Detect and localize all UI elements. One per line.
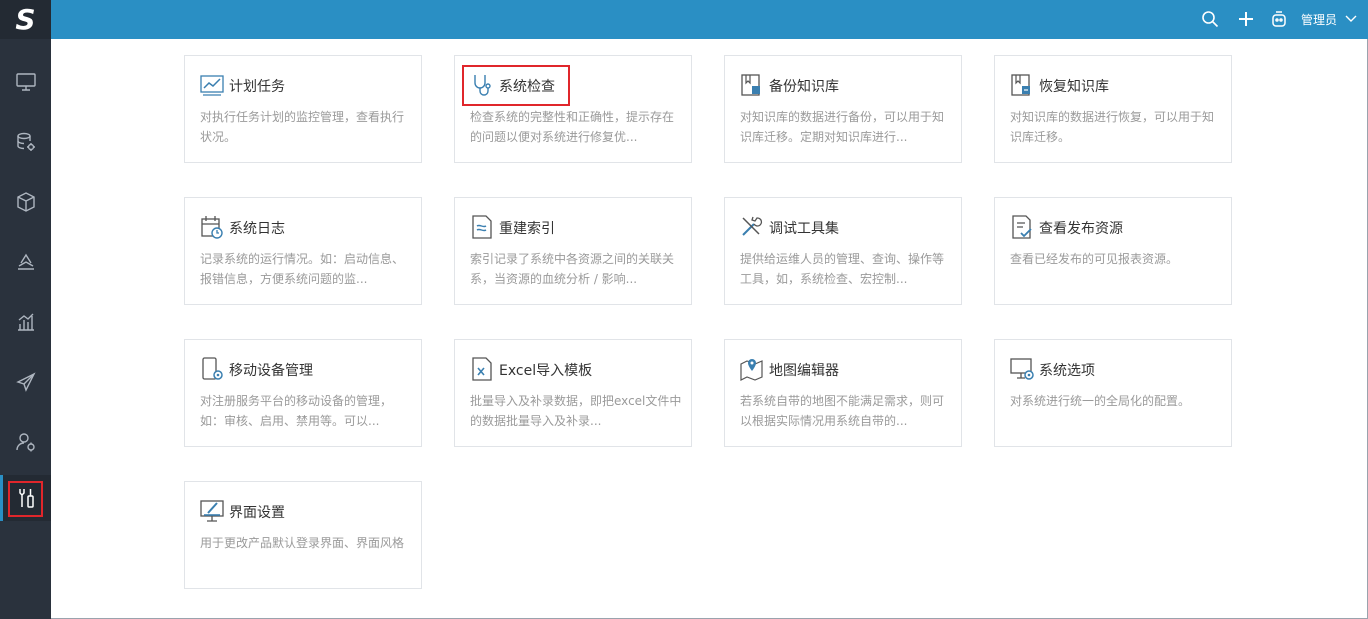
card-description: 查看已经发布的可见报表资源。	[1010, 252, 1179, 266]
mobile-gear-icon	[199, 356, 225, 382]
excel-import-icon	[469, 356, 495, 382]
card-description: 批量导入及补录数据，即把excel文件中的数据批量导入及补录...	[470, 394, 682, 428]
highlight-box-system-check	[462, 65, 570, 106]
card-description: 提供给运维人员的管理、查询、操作等工具，如，系统检查、宏控制...	[740, 252, 945, 286]
card-description: 对知识库的数据进行备份，可以用于知识库迁移。定期对知识库进行...	[740, 110, 945, 144]
card-title[interactable]: 地图编辑器	[769, 360, 839, 380]
chevron-down-icon[interactable]	[1344, 12, 1358, 26]
sidebar-item-database[interactable]	[0, 119, 51, 165]
tool-card[interactable]: 调试工具集提供给运维人员的管理、查询、操作等工具，如，系统检查、宏控制...	[724, 197, 962, 305]
plus-icon	[1239, 12, 1253, 26]
card-title[interactable]: 重建索引	[499, 218, 555, 238]
card-title[interactable]: 计划任务	[229, 76, 285, 96]
sidebar-item-monitor[interactable]	[0, 59, 51, 105]
send-plane-icon	[15, 372, 36, 392]
search-button[interactable]	[1200, 9, 1220, 29]
wrench-screwdriver-icon	[739, 214, 765, 240]
card-title[interactable]: 界面设置	[229, 502, 285, 522]
card-description: 索引记录了系统中各资源之间的关联关系，当资源的血统分析 / 影响...	[470, 252, 675, 286]
robot-icon	[1272, 11, 1286, 27]
card-title[interactable]: Excel导入模板	[499, 360, 592, 380]
index-document-icon	[469, 214, 495, 240]
map-pin-icon	[739, 356, 765, 382]
tool-card[interactable]: 系统日志记录系统的运行情况。如：启动信息、报错信息，方便系统问题的监...	[184, 197, 422, 305]
user-settings-icon	[15, 433, 35, 452]
card-description: 对注册服务平台的移动设备的管理，如：审核、启用、禁用等。可以...	[200, 394, 393, 428]
cube-icon	[16, 192, 35, 212]
card-description: 对系统进行统一的全局化的配置。	[1010, 394, 1191, 408]
card-title[interactable]: 系统日志	[229, 218, 285, 238]
card-title[interactable]: 系统选项	[1039, 360, 1095, 380]
logo-text: S	[15, 2, 36, 36]
add-button[interactable]	[1236, 9, 1256, 29]
bar-chart-icon	[17, 313, 34, 331]
monitor-gear-icon	[1009, 356, 1035, 382]
monitor-icon	[15, 73, 36, 91]
card-title[interactable]: 移动设备管理	[229, 360, 313, 380]
tool-card[interactable]: 地图编辑器若系统自带的地图不能满足需求，则可以根据实际情况用系统自带的...	[724, 339, 962, 447]
tool-card[interactable]: 备份知识库对知识库的数据进行备份，可以用于知识库迁移。定期对知识库进行...	[724, 55, 962, 163]
sidebar-item-send[interactable]	[0, 359, 51, 405]
card-title[interactable]: 查看发布资源	[1039, 218, 1123, 238]
sidebar-item-user-settings[interactable]	[0, 419, 51, 465]
top-bar: 管理员	[51, 0, 1368, 39]
sidebar-item-layers[interactable]	[0, 239, 51, 285]
highlight-box-sidebar-tools	[8, 481, 43, 517]
tool-card[interactable]: 查看发布资源查看已经发布的可见报表资源。	[994, 197, 1232, 305]
card-description: 用于更改产品默认登录界面、界面风格	[200, 536, 405, 550]
card-description: 记录系统的运行情况。如：启动信息、报错信息，方便系统问题的监...	[200, 252, 405, 286]
user-name[interactable]: 管理员	[1301, 11, 1337, 28]
database-gear-icon	[16, 132, 35, 151]
sidebar: S	[0, 0, 51, 619]
trend-chart-icon	[199, 72, 225, 98]
tool-card[interactable]: 重建索引索引记录了系统中各资源之间的关联关系，当资源的血统分析 / 影响...	[454, 197, 692, 305]
document-check-icon	[1009, 214, 1035, 240]
tool-card[interactable]: 界面设置用于更改产品默认登录界面、界面风格	[184, 481, 422, 589]
card-title[interactable]: 恢复知识库	[1039, 76, 1109, 96]
sidebar-item-cube[interactable]	[0, 179, 51, 225]
tool-card[interactable]: Excel导入模板批量导入及补录数据，即把excel文件中的数据批量导入及补录.…	[454, 339, 692, 447]
card-description: 对执行任务计划的监控管理，查看执行状况。	[200, 110, 405, 144]
backup-book-icon	[739, 72, 765, 98]
calendar-clock-icon	[199, 214, 225, 240]
app-logo[interactable]: S	[0, 0, 51, 39]
card-title[interactable]: 备份知识库	[769, 76, 839, 96]
card-description: 检查系统的完整性和正确性，提示存在的问题以便对系统进行修复优...	[470, 110, 675, 144]
tool-card[interactable]: 移动设备管理对注册服务平台的移动设备的管理，如：审核、启用、禁用等。可以...	[184, 339, 422, 447]
sidebar-item-chart[interactable]	[0, 299, 51, 345]
assistant-button[interactable]	[1269, 9, 1289, 29]
card-description: 对知识库的数据进行恢复，可以用于知识库迁移。	[1010, 110, 1215, 144]
tool-card[interactable]: 系统选项对系统进行统一的全局化的配置。	[994, 339, 1232, 447]
tool-card[interactable]: 恢复知识库对知识库的数据进行恢复，可以用于知识库迁移。	[994, 55, 1232, 163]
search-icon	[1202, 11, 1219, 28]
screen-brush-icon	[199, 498, 225, 524]
restore-book-icon	[1009, 72, 1035, 98]
tool-card[interactable]: 计划任务对执行任务计划的监控管理，查看执行状况。	[184, 55, 422, 163]
card-title[interactable]: 调试工具集	[769, 218, 839, 238]
card-description: 若系统自带的地图不能满足需求，则可以根据实际情况用系统自带的...	[740, 394, 945, 428]
stack-layers-icon	[17, 253, 34, 270]
